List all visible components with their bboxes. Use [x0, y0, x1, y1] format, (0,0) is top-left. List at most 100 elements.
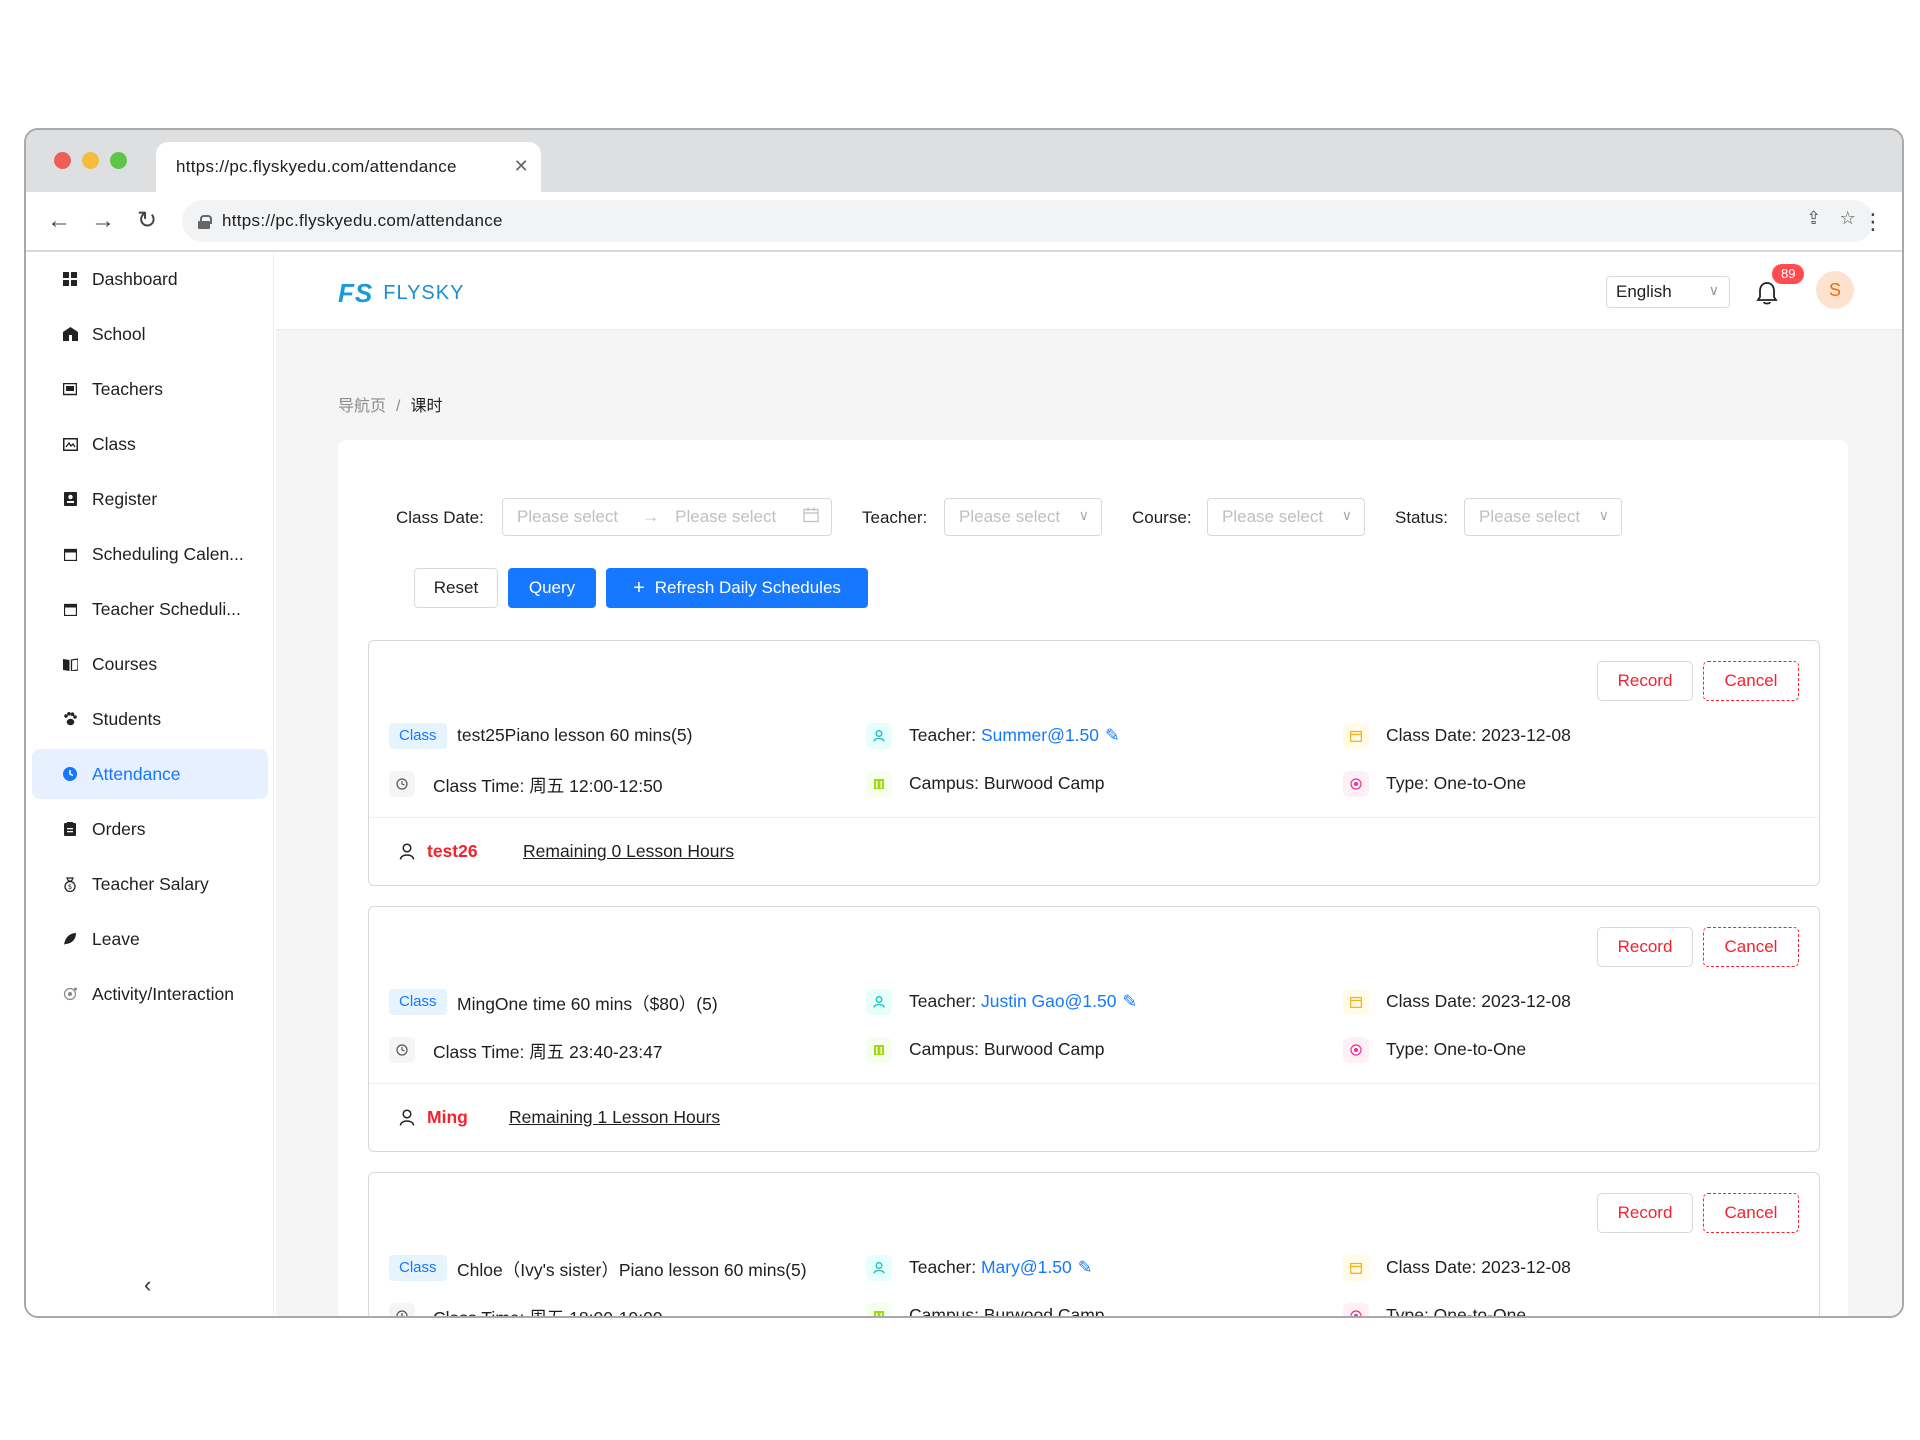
- share-icon[interactable]: ⇪: [1806, 208, 1821, 229]
- remaining-hours-link[interactable]: Remaining 0 Lesson Hours: [523, 841, 734, 862]
- sidebar-item-leave[interactable]: Leave: [32, 914, 268, 964]
- sidebar-item-teachers[interactable]: Teachers: [32, 364, 268, 414]
- close-window-button[interactable]: [54, 152, 71, 169]
- calendar-icon: [62, 546, 78, 562]
- calendar-icon: [1343, 989, 1369, 1015]
- class-icon: [62, 436, 78, 452]
- edit-icon[interactable]: ✎: [1078, 1257, 1093, 1277]
- date-end-placeholder: Please select: [675, 507, 777, 526]
- maximize-window-button[interactable]: [110, 152, 127, 169]
- teacher-select[interactable]: Please select ∨: [944, 498, 1102, 536]
- class-date: Class Date: 2023-12-08: [1386, 991, 1571, 1011]
- teacher-link[interactable]: Justin Gao@1.50: [981, 991, 1116, 1011]
- address-bar[interactable]: https://pc.flyskyedu.com/attendance ⇪ ☆: [182, 200, 1874, 242]
- cancel-button[interactable]: Cancel: [1703, 927, 1799, 967]
- language-select[interactable]: English ∨: [1606, 276, 1730, 308]
- student-name[interactable]: test26: [427, 841, 478, 862]
- browser-window: https://pc.flyskyedu.com/attendance ✕ ← …: [24, 128, 1904, 1318]
- bell-icon[interactable]: [1756, 280, 1778, 306]
- register-icon: [62, 491, 78, 507]
- class-name: MingOne time 60 mins（$80）(5): [457, 994, 718, 1014]
- browser-menu-icon[interactable]: ⋮: [1862, 208, 1884, 236]
- teacher-label: Teacher:: [862, 508, 928, 527]
- sidebar-item-courses[interactable]: Courses: [32, 639, 268, 689]
- sidebar-item-label: Activity/Interaction: [92, 983, 234, 1004]
- breadcrumb: 导航页 / 课时: [338, 392, 442, 416]
- class-tag: Class: [389, 723, 447, 749]
- svg-text:$: $: [68, 883, 72, 891]
- url-text: https://pc.flyskyedu.com/attendance: [222, 211, 503, 230]
- record-button[interactable]: Record: [1597, 661, 1693, 701]
- sidebar-item-scheduling-calendar[interactable]: Scheduling Calen...: [32, 529, 268, 579]
- sidebar-item-register[interactable]: Register: [32, 474, 268, 524]
- status-label: Status:: [1395, 508, 1448, 527]
- sidebar-item-attendance[interactable]: Attendance: [32, 749, 268, 799]
- class-tag: Class: [389, 989, 447, 1015]
- cancel-button[interactable]: Cancel: [1703, 1193, 1799, 1233]
- breadcrumb-separator: /: [396, 398, 401, 415]
- edit-icon[interactable]: ✎: [1122, 991, 1137, 1011]
- clock-icon: [389, 1303, 415, 1316]
- sidebar-item-teacher-scheduling[interactable]: Teacher Scheduli...: [32, 584, 268, 634]
- logo[interactable]: FS FLYSKY: [338, 278, 464, 309]
- attendance-card: Record Cancel Class Chloe（Ivy's sister）P…: [368, 1172, 1820, 1318]
- student-name[interactable]: Ming: [427, 1107, 468, 1128]
- browser-tab[interactable]: https://pc.flyskyedu.com/attendance ✕: [156, 142, 541, 192]
- back-icon[interactable]: ←: [44, 206, 74, 236]
- user-outline-icon: [399, 843, 415, 865]
- close-tab-icon[interactable]: ✕: [514, 156, 529, 177]
- course-label: Course:: [1132, 508, 1192, 527]
- course-select[interactable]: Please select ∨: [1207, 498, 1365, 536]
- attendance-card: Record Cancel Class test25Piano lesson 6…: [368, 640, 1820, 886]
- teacher-info: Teacher: Summer@1.50 ✎: [909, 725, 1120, 745]
- reset-button[interactable]: Reset: [414, 568, 498, 608]
- sidebar-item-label: Orders: [92, 818, 146, 839]
- avatar[interactable]: S: [1816, 271, 1854, 309]
- campus: Campus: Burwood Camp: [909, 1305, 1105, 1318]
- sidebar-item-school[interactable]: School: [32, 309, 268, 359]
- record-button[interactable]: Record: [1597, 927, 1693, 967]
- class-date-range-picker[interactable]: Please select → Please select: [502, 498, 832, 536]
- bookmark-star-icon[interactable]: ☆: [1840, 208, 1856, 229]
- sidebar-item-activity[interactable]: Activity/Interaction: [32, 969, 268, 1019]
- remaining-hours-link[interactable]: Remaining 1 Lesson Hours: [509, 1107, 720, 1128]
- breadcrumb-home[interactable]: 导航页: [338, 398, 386, 415]
- status-select[interactable]: Please select ∨: [1464, 498, 1622, 536]
- building-icon: [866, 1037, 892, 1063]
- attendance-card: Record Cancel Class MingOne time 60 mins…: [368, 906, 1820, 1152]
- teacher-info: Teacher: Mary@1.50 ✎: [909, 1257, 1093, 1277]
- class-time: Class Time: 周五 12:00-12:50: [433, 776, 663, 796]
- sidebar-item-label: Class: [92, 433, 136, 454]
- sidebar-item-teacher-salary[interactable]: $ Teacher Salary: [32, 859, 268, 909]
- class-name: Chloe（Ivy's sister）Piano lesson 60 mins(…: [457, 1260, 807, 1280]
- class-tag: Class: [389, 1255, 447, 1281]
- forward-icon[interactable]: →: [88, 206, 118, 236]
- sidebar-item-orders[interactable]: Orders: [32, 804, 268, 854]
- sidebar-item-class[interactable]: Class: [32, 419, 268, 469]
- notification-badge: 89: [1772, 264, 1805, 284]
- reload-icon[interactable]: ↻: [132, 206, 162, 236]
- minimize-window-button[interactable]: [82, 152, 99, 169]
- app-header: FS FLYSKY English ∨ 89 S: [276, 254, 1902, 330]
- sidebar-item-label: Dashboard: [92, 268, 178, 289]
- teacher-link[interactable]: Mary@1.50: [981, 1257, 1072, 1277]
- sidebar-item-students[interactable]: Students: [32, 694, 268, 744]
- sidebar-item-label: Students: [92, 708, 162, 729]
- refresh-daily-schedules-button[interactable]: + Refresh Daily Schedules: [606, 568, 868, 608]
- query-button[interactable]: Query: [508, 568, 596, 608]
- breadcrumb-current: 课时: [410, 398, 443, 415]
- leaf-icon: [62, 931, 78, 947]
- sidebar-item-label: Teacher Scheduli...: [92, 598, 241, 619]
- class-name: test25Piano lesson 60 mins(5): [457, 725, 693, 745]
- sidebar-item-dashboard[interactable]: Dashboard: [32, 254, 268, 304]
- collapse-sidebar-icon[interactable]: ‹: [144, 1272, 151, 1298]
- teacher-link[interactable]: Summer@1.50: [981, 725, 1099, 745]
- class-date: Class Date: 2023-12-08: [1386, 725, 1571, 745]
- paw-icon: [62, 711, 78, 727]
- clock-icon: [62, 766, 78, 782]
- cancel-button[interactable]: Cancel: [1703, 661, 1799, 701]
- calendar-icon: [803, 507, 819, 528]
- edit-icon[interactable]: ✎: [1105, 725, 1120, 745]
- record-button[interactable]: Record: [1597, 1193, 1693, 1233]
- teachers-icon: [62, 381, 78, 397]
